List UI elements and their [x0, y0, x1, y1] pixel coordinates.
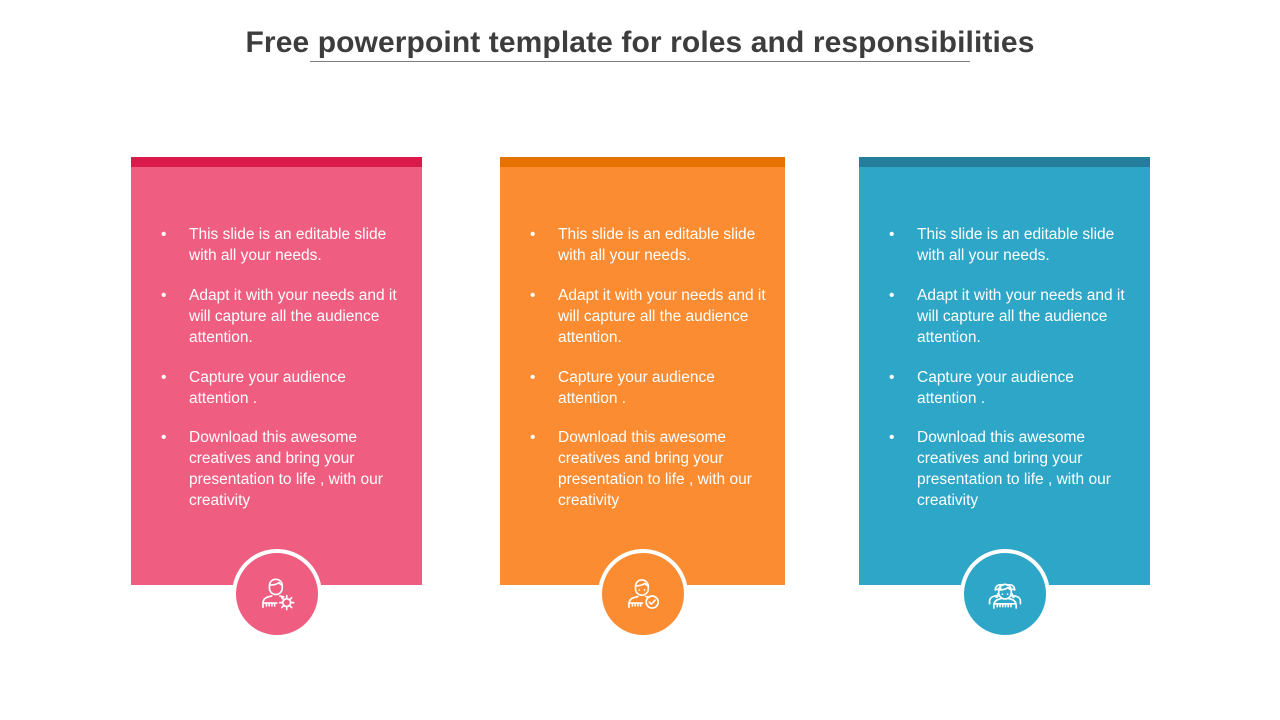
list-item-text: Download this awesome creatives and brin…	[558, 429, 752, 510]
list-item: • Adapt it with your needs and it will c…	[514, 286, 771, 349]
user-gear-icon	[254, 571, 300, 617]
list-item-text: This slide is an editable slide with all…	[558, 226, 756, 264]
list-item-text: Adapt it with your needs and it will cap…	[558, 286, 766, 346]
bullet-list-blue: • This slide is an editable slide with a…	[873, 225, 1136, 512]
list-item: • This slide is an editable slide with a…	[873, 225, 1136, 267]
icon-badge-blue[interactable]	[959, 549, 1050, 639]
bullet-dot: •	[889, 368, 895, 386]
bullet-dot: •	[530, 429, 536, 447]
list-item: • Capture your audience attention .	[873, 368, 1136, 410]
list-item: • This slide is an editable slide with a…	[145, 225, 408, 267]
list-item-text: Download this awesome creatives and brin…	[189, 429, 383, 510]
list-item-text: This slide is an editable slide with all…	[917, 226, 1115, 264]
card-accent-bar-orange	[500, 157, 785, 167]
bullet-dot: •	[161, 226, 167, 243]
list-item-text: Capture your audience attention .	[189, 368, 346, 407]
title-divider	[310, 61, 970, 62]
list-item: • Adapt it with your needs and it will c…	[873, 286, 1136, 349]
list-item-text: Adapt it with your needs and it will cap…	[917, 286, 1125, 346]
card-orange[interactable]: • This slide is an editable slide with a…	[500, 157, 785, 639]
icon-badge-pink[interactable]	[231, 549, 322, 639]
card-body-pink: • This slide is an editable slide with a…	[131, 167, 422, 585]
list-item: • Download this awesome creatives and br…	[145, 428, 408, 512]
card-pink[interactable]: • This slide is an editable slide with a…	[131, 157, 422, 639]
card-blue[interactable]: • This slide is an editable slide with a…	[859, 157, 1150, 639]
bullet-dot: •	[889, 286, 895, 304]
list-item-text: This slide is an editable slide with all…	[189, 226, 387, 264]
icon-badge-orange[interactable]	[597, 549, 688, 639]
card-accent-bar-pink	[131, 157, 422, 167]
list-item-text: Adapt it with your needs and it will cap…	[189, 286, 397, 346]
bullet-dot: •	[530, 226, 536, 243]
bullet-list-pink: • This slide is an editable slide with a…	[145, 225, 408, 512]
list-item-text: Capture your audience attention .	[917, 368, 1074, 407]
user-group-icon	[982, 571, 1028, 617]
list-item-text: Download this awesome creatives and brin…	[917, 429, 1111, 510]
title-block: Free powerpoint template for roles and r…	[0, 26, 1280, 61]
list-item: • Capture your audience attention .	[145, 368, 408, 410]
bullet-dot: •	[161, 368, 167, 386]
list-item: • Adapt it with your needs and it will c…	[145, 286, 408, 349]
bullet-dot: •	[161, 429, 167, 447]
user-check-icon	[620, 571, 666, 617]
bullet-list-orange: • This slide is an editable slide with a…	[514, 225, 771, 512]
card-accent-bar-blue	[859, 157, 1150, 167]
bullet-dot: •	[530, 368, 536, 386]
list-item-text: Capture your audience attention .	[558, 368, 715, 407]
bullet-dot: •	[530, 286, 536, 304]
page-title: Free powerpoint template for roles and r…	[245, 26, 1035, 59]
bullet-dot: •	[161, 286, 167, 304]
list-item: • Capture your audience attention .	[514, 368, 771, 410]
bullet-dot: •	[889, 429, 895, 447]
list-item: • Download this awesome creatives and br…	[873, 428, 1136, 512]
slide-canvas: Free powerpoint template for roles and r…	[0, 0, 1280, 720]
list-item: • This slide is an editable slide with a…	[514, 225, 771, 267]
cards-row: • This slide is an editable slide with a…	[0, 157, 1280, 657]
card-body-orange: • This slide is an editable slide with a…	[500, 167, 785, 585]
bullet-dot: •	[889, 226, 895, 243]
list-item: • Download this awesome creatives and br…	[514, 428, 771, 512]
card-body-blue: • This slide is an editable slide with a…	[859, 167, 1150, 585]
